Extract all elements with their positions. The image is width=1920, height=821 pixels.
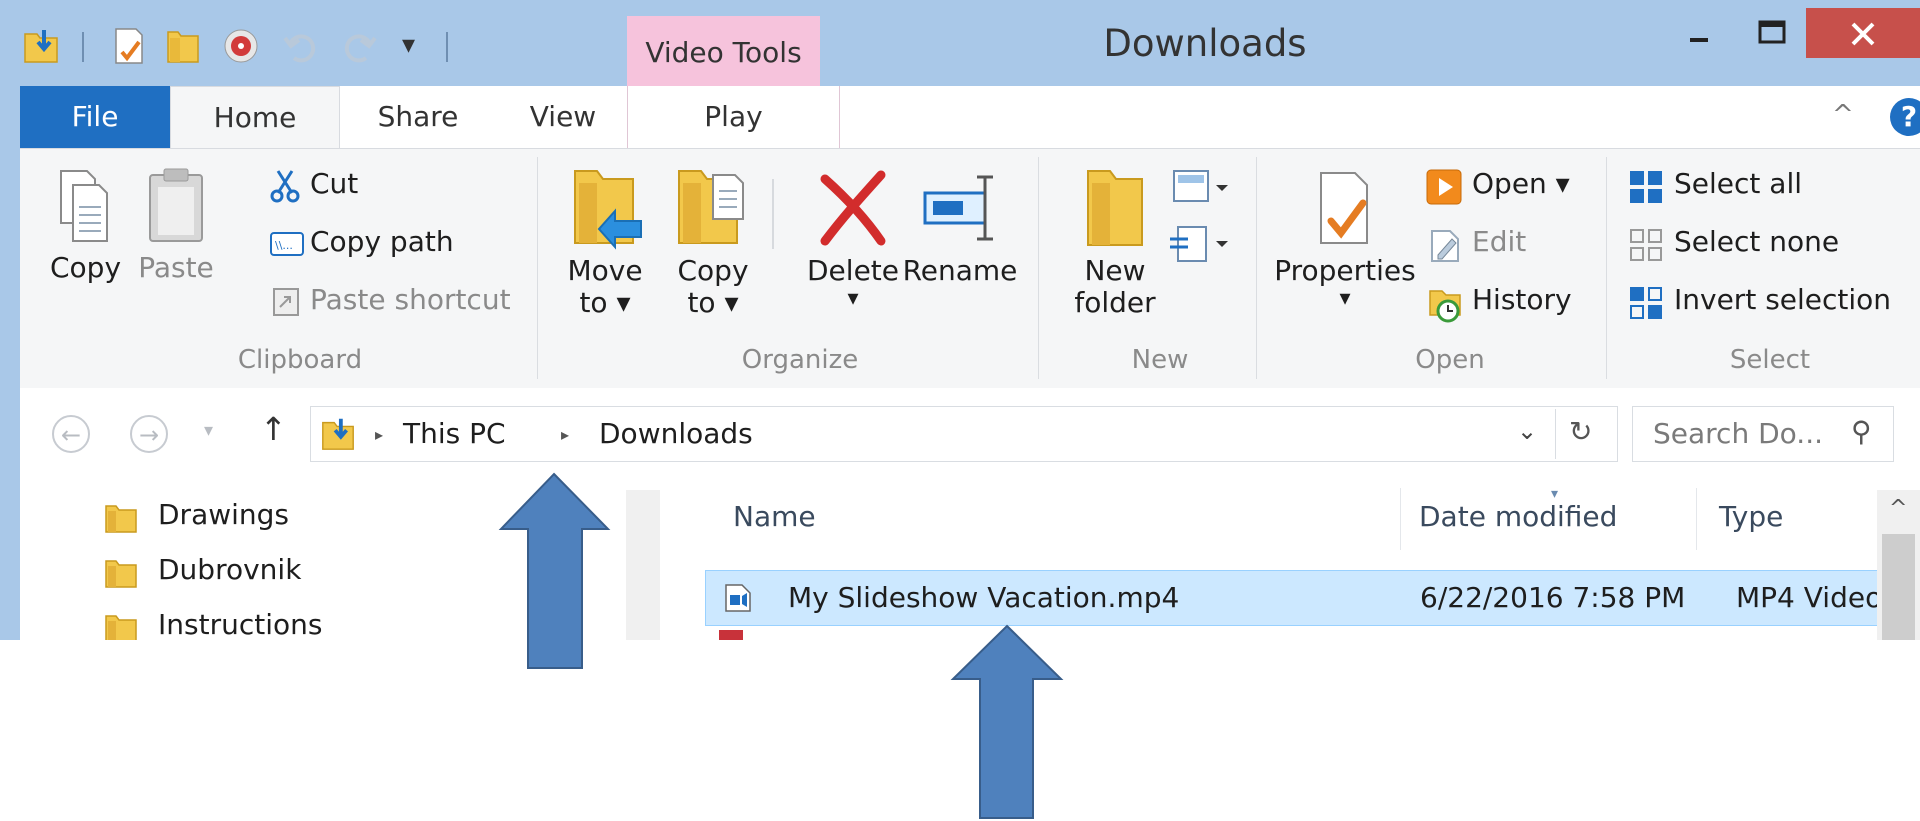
callout-overlay [498,472,1064,819]
callout-arrow-file-row [950,624,1064,819]
callout-arrow-address-bar [498,472,611,669]
